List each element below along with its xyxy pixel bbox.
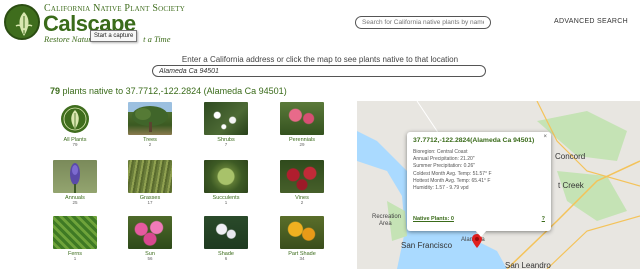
ferns-photo bbox=[53, 216, 97, 249]
tagline-right: t a Time bbox=[143, 34, 171, 44]
tile-count: 79 bbox=[72, 142, 78, 148]
plant-count: 79 bbox=[50, 86, 61, 96]
close-icon[interactable]: × bbox=[543, 134, 547, 140]
bioregion: Bioregion: Central Coast bbox=[413, 148, 468, 155]
trees-photo bbox=[128, 102, 172, 135]
plant-search-input[interactable] bbox=[355, 16, 491, 29]
tile-count: 29 bbox=[299, 142, 305, 148]
shrubs-photo bbox=[204, 102, 248, 135]
tile-succulents[interactable]: Succulents 1 bbox=[204, 160, 248, 206]
tile-perennials[interactable]: Perennials 29 bbox=[280, 102, 324, 148]
tile-count: 2 bbox=[148, 142, 152, 148]
address-prompt: Enter a California address or click the … bbox=[181, 55, 459, 64]
popup-footer: Native Plants: 0 ? bbox=[413, 216, 545, 222]
native-plants-link[interactable]: Native Plants: 0 bbox=[413, 216, 454, 222]
tile-count: 17 bbox=[147, 200, 153, 206]
tile-vines[interactable]: Vines 2 bbox=[280, 160, 324, 206]
tile-all-plants[interactable]: All Plants 79 bbox=[53, 102, 97, 148]
coldest-month-temp: Coldest Month Avg. Temp: 51.57° F bbox=[413, 170, 492, 177]
hottest-month-temp: Hottest Month Avg. Temp: 65.41° F bbox=[413, 177, 491, 184]
tile-shade[interactable]: Shade 6 bbox=[204, 216, 248, 262]
map-label-area: Area bbox=[379, 221, 392, 227]
tile-grasses[interactable]: Grasses 17 bbox=[128, 160, 172, 206]
succulents-photo bbox=[204, 160, 248, 193]
summer-precipitation: Summer Precipitation: 0.26" bbox=[413, 163, 476, 170]
result-summary: 79 plants native to 37.7712,-122.2824 (A… bbox=[50, 86, 287, 96]
location-info-popup: × 37.7712,-122.2824(Alameda Ca 94501) Bi… bbox=[407, 132, 551, 231]
popup-title: 37.7712,-122.2824(Alameda Ca 94501) bbox=[413, 137, 535, 144]
tile-trees[interactable]: Trees 2 bbox=[128, 102, 172, 148]
address-input[interactable] bbox=[152, 65, 486, 77]
help-link[interactable]: ? bbox=[542, 216, 545, 222]
sun-photo bbox=[128, 216, 172, 249]
part-shade-photo bbox=[280, 216, 324, 249]
grasses-photo bbox=[128, 160, 172, 193]
map-label-leandro: San Leandro bbox=[505, 261, 551, 269]
annual-precipitation: Annual Precipitation: 21.20" bbox=[413, 156, 475, 163]
annuals-photo bbox=[53, 160, 97, 193]
tile-count: 25 bbox=[72, 200, 78, 206]
cnps-badge-icon bbox=[53, 102, 97, 135]
perennials-photo bbox=[280, 102, 324, 135]
tile-annuals[interactable]: Annuals 25 bbox=[53, 160, 97, 206]
humidity: Humidity: 1.57 - 9.79 vpd bbox=[413, 185, 469, 192]
tile-sun[interactable]: Sun 56 bbox=[128, 216, 172, 262]
popup-pointer bbox=[475, 230, 487, 237]
tile-count: 1 bbox=[224, 200, 228, 206]
tile-count: 56 bbox=[147, 256, 153, 262]
capture-tooltip: Start a capture bbox=[90, 30, 138, 42]
cnps-logo-icon[interactable] bbox=[4, 4, 40, 40]
vines-photo bbox=[280, 160, 324, 193]
map-label-creek: t Creek bbox=[558, 181, 584, 190]
result-text: plants native to 37.7712,-122.2824 (Alam… bbox=[62, 86, 287, 96]
tile-count: 6 bbox=[224, 256, 228, 262]
map-label-sf: San Francisco bbox=[401, 241, 453, 250]
site-header: California Native Plant Society Calscape… bbox=[0, 0, 640, 48]
tile-count: 2 bbox=[300, 200, 304, 206]
shade-photo bbox=[204, 216, 248, 249]
tile-part-shade[interactable]: Part Shade 34 bbox=[280, 216, 324, 262]
tile-ferns[interactable]: Ferns 1 bbox=[53, 216, 97, 262]
map-label-concord: Concord bbox=[555, 152, 586, 161]
tile-count: 7 bbox=[224, 142, 228, 148]
tagline-left: Restore Nature bbox=[44, 34, 96, 44]
tile-count: 34 bbox=[299, 256, 305, 262]
tile-count: 1 bbox=[73, 256, 77, 262]
tile-shrubs[interactable]: Shrubs 7 bbox=[204, 102, 248, 148]
advanced-search-link[interactable]: ADVANCED SEARCH bbox=[554, 18, 628, 25]
map-label-recreation: Recreation bbox=[372, 214, 402, 220]
popup-details: Bioregion: Central Coast Annual Precipit… bbox=[413, 149, 545, 193]
